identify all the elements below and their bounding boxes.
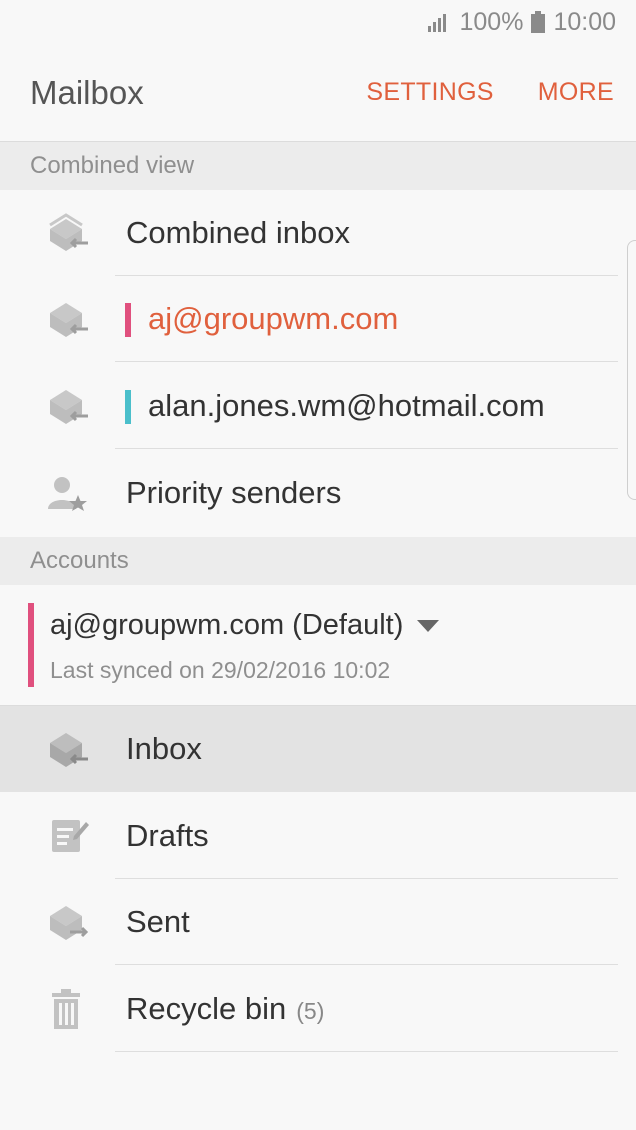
- combined-inbox-label: Combined inbox: [126, 215, 351, 250]
- signal-icon: [427, 12, 451, 32]
- page-title: Mailbox: [30, 73, 144, 111]
- more-button[interactable]: MORE: [538, 78, 614, 107]
- section-header-combined-view: Combined view: [0, 142, 636, 190]
- item-count-badge: (5): [296, 998, 325, 1024]
- folder-label: Drafts: [126, 818, 209, 853]
- inbox-icon: [44, 384, 90, 428]
- section-header-accounts: Accounts: [0, 537, 636, 585]
- divider: [115, 1051, 618, 1052]
- app-bar: Mailbox SETTINGS MORE: [0, 44, 636, 142]
- combined-inbox-icon: [44, 211, 90, 255]
- trash-icon: [44, 987, 90, 1031]
- recycle-bin-label: Recycle bin: [126, 991, 287, 1026]
- combined-inbox-item[interactable]: Combined inbox: [0, 190, 636, 276]
- edge-panel-handle[interactable]: [627, 240, 636, 500]
- priority-sender-icon: [44, 471, 90, 515]
- folder-label: Inbox: [126, 731, 202, 766]
- folder-item-recycle-bin[interactable]: Recycle bin (5): [0, 966, 636, 1052]
- folder-label: Sent: [126, 904, 190, 939]
- account-inbox-item-hotmail[interactable]: alan.jones.wm@hotmail.com: [0, 363, 636, 449]
- inbox-icon: [44, 297, 90, 341]
- folder-item-sent[interactable]: Sent: [0, 879, 636, 965]
- account-color-bar: [28, 603, 34, 687]
- divider: [115, 361, 618, 362]
- folder-item-inbox[interactable]: Inbox: [0, 706, 636, 792]
- account-name-label: aj@groupwm.com (Default): [50, 609, 404, 641]
- last-synced-text: Last synced on 29/02/2016 10:02: [50, 657, 391, 683]
- battery-percent: 100%: [459, 7, 524, 36]
- priority-senders-label: Priority senders: [126, 475, 342, 510]
- battery-icon: [531, 11, 546, 33]
- account-color-bar: [125, 390, 131, 424]
- dropdown-arrow-icon: [417, 619, 440, 632]
- inbox-icon: [44, 727, 90, 771]
- settings-button[interactable]: SETTINGS: [366, 78, 493, 107]
- clock: 10:00: [553, 7, 616, 36]
- divider: [115, 964, 618, 965]
- account-inbox-item-aj[interactable]: aj@groupwm.com: [0, 276, 636, 362]
- folder-item-drafts[interactable]: Drafts: [0, 793, 636, 879]
- account-name: aj@groupwm.com (Default): [50, 609, 440, 642]
- divider: [115, 448, 618, 449]
- folder-label: Recycle bin (5): [126, 966, 324, 1052]
- drafts-icon: [44, 814, 90, 858]
- account-inbox-label: aj@groupwm.com: [148, 301, 399, 336]
- sent-icon: [44, 900, 90, 944]
- account-inbox-label: alan.jones.wm@hotmail.com: [148, 388, 545, 423]
- account-selector[interactable]: aj@groupwm.com (Default) Last synced on …: [0, 585, 636, 706]
- status-bar: 100% 10:00: [0, 0, 636, 44]
- priority-senders-item[interactable]: Priority senders: [0, 450, 636, 536]
- account-color-bar: [125, 303, 131, 337]
